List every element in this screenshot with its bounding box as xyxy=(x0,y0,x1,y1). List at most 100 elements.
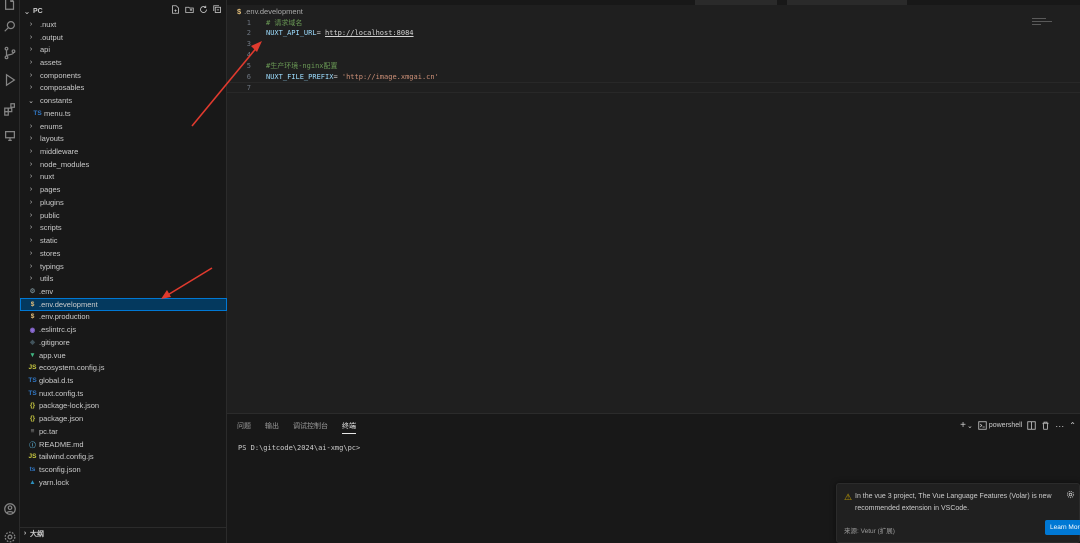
folder-item[interactable]: › utils xyxy=(20,272,227,285)
tree-item-label: .env xyxy=(39,286,54,296)
trash-icon[interactable] xyxy=(1041,421,1050,430)
file-item[interactable]: ▼ app.vue xyxy=(20,349,227,362)
tab-output[interactable]: 输出 xyxy=(265,421,279,434)
settings-gear-icon[interactable] xyxy=(0,527,20,543)
editor-tab[interactable] xyxy=(787,0,907,5)
chevron-right-icon: › xyxy=(29,198,33,206)
file-item[interactable]: ⓘ README.md xyxy=(20,438,227,451)
folder-item[interactable]: › static xyxy=(20,234,227,247)
explorer-toolbar xyxy=(170,4,222,14)
folder-item[interactable]: › nuxt xyxy=(20,171,227,184)
explorer-icon[interactable] xyxy=(0,0,20,14)
panel-toolbar: + ⌄ powershell ··· ⌃ xyxy=(960,420,1076,431)
chevron-right-icon: › xyxy=(29,173,33,181)
gear-icon[interactable] xyxy=(1066,490,1075,501)
tree-item-label: .eslintrc.cjs xyxy=(39,325,77,335)
line-number: 1 xyxy=(246,18,251,27)
tree-item-label: ecosystem.config.js xyxy=(39,363,105,373)
line-number: 6 xyxy=(246,73,251,81)
new-folder-icon[interactable] xyxy=(184,4,194,14)
learn-more-button[interactable]: Learn More xyxy=(1045,520,1080,535)
terminal-prompt[interactable]: PS D:\gitcode\2024\ai-xmg\pc> xyxy=(238,444,360,452)
folder-item[interactable]: › middleware xyxy=(20,145,227,158)
shell-label: powershell xyxy=(988,422,1023,429)
outline-label: 大纲 xyxy=(30,530,44,538)
folder-item[interactable]: › api xyxy=(20,43,227,56)
folder-item[interactable]: › scripts xyxy=(20,222,227,235)
collapse-all-icon[interactable] xyxy=(212,4,222,14)
remote-explorer-icon[interactable] xyxy=(0,126,20,146)
new-file-icon[interactable] xyxy=(170,4,180,14)
tree-item-label: layouts xyxy=(40,134,64,144)
terminal-shell-button[interactable]: powershell xyxy=(978,421,1022,430)
chevron-right-icon: › xyxy=(29,186,33,194)
file-type-icon: ◆ xyxy=(30,339,35,347)
new-terminal-button[interactable]: + ⌄ xyxy=(960,420,973,431)
file-item[interactable]: ◆ .gitignore xyxy=(20,336,227,349)
file-item[interactable]: $ .env.development xyxy=(20,297,227,311)
folder-item[interactable]: › typings xyxy=(20,260,227,273)
breadcrumb[interactable]: $ .env.development xyxy=(237,6,303,16)
tree-item-label: .output xyxy=(40,32,63,42)
file-item[interactable]: TS menu.ts xyxy=(20,107,227,120)
editor-tab[interactable] xyxy=(695,0,777,5)
folder-item[interactable]: › node_modules xyxy=(20,158,227,171)
file-type-icon: JS xyxy=(28,453,37,461)
folder-item[interactable]: ⌄ constants xyxy=(20,94,227,107)
folder-item[interactable]: › .nuxt xyxy=(20,18,227,31)
explorer-sidebar: ⌄ PC › .nuxt › .output › api › assets › component… xyxy=(20,0,227,543)
file-item[interactable]: JS tailwind.config.js xyxy=(20,450,227,463)
source-control-icon[interactable] xyxy=(0,43,20,63)
chevron-right-icon: › xyxy=(29,135,33,143)
folder-item[interactable]: › plugins xyxy=(20,196,227,209)
tree-item-label: components xyxy=(40,70,81,80)
file-item[interactable]: $ .env.production xyxy=(20,311,227,324)
file-item[interactable]: TS nuxt.config.ts xyxy=(20,387,227,400)
tab-problems[interactable]: 问题 xyxy=(237,421,251,434)
tab-debug-console[interactable]: 调试控制台 xyxy=(293,421,328,434)
search-icon[interactable] xyxy=(0,16,20,36)
folder-item[interactable]: › assets xyxy=(20,56,227,69)
account-icon[interactable] xyxy=(0,499,20,519)
activity-bar xyxy=(0,0,20,543)
file-item[interactable]: TS global.d.ts xyxy=(20,374,227,387)
folder-item[interactable]: › enums xyxy=(20,120,227,133)
refresh-icon[interactable] xyxy=(198,4,208,14)
file-type-icon: ▼ xyxy=(29,351,36,359)
folder-item[interactable]: › public xyxy=(20,209,227,222)
code-line: 3 xyxy=(227,39,1080,50)
extensions-icon[interactable] xyxy=(0,99,20,119)
split-terminal-icon[interactable] xyxy=(1027,421,1036,430)
file-item[interactable]: ◉ .eslintrc.cjs xyxy=(20,323,227,336)
folder-item[interactable]: › layouts xyxy=(20,132,227,145)
file-item[interactable]: ≡ pc.tar xyxy=(20,425,227,438)
file-type-icon: ⓘ xyxy=(29,442,36,450)
file-item[interactable]: JS ecosystem.config.js xyxy=(20,361,227,374)
file-item[interactable]: {} package-lock.json xyxy=(20,400,227,413)
tree-item-label: package-lock.json xyxy=(39,401,100,411)
chevron-right-icon: › xyxy=(29,224,33,232)
folder-item[interactable]: › pages xyxy=(20,183,227,196)
folder-item[interactable]: › composables xyxy=(20,82,227,95)
folder-item[interactable]: › stores xyxy=(20,247,227,260)
run-debug-icon[interactable] xyxy=(0,70,20,90)
file-item[interactable]: ⚙ .env xyxy=(20,285,227,298)
tree-item-label: tsconfig.json xyxy=(39,465,81,475)
folder-item[interactable]: › .output xyxy=(20,31,227,44)
more-actions-icon[interactable]: ··· xyxy=(1055,421,1064,431)
file-item[interactable]: ts tsconfig.json xyxy=(20,463,227,476)
folder-item[interactable]: › components xyxy=(20,69,227,82)
chevron-down-icon: ⌄ xyxy=(966,422,973,430)
code-line: 2 NUXT_API_URL= http://localhost:8084 xyxy=(227,28,1080,39)
chevron-right-icon: › xyxy=(29,59,33,66)
file-item[interactable]: ▲ yarn.lock xyxy=(20,476,227,489)
notification-message: In the vue 3 project, The Vue Language F… xyxy=(855,493,1052,512)
file-item[interactable]: {} package.json xyxy=(20,412,227,425)
chevron-right-icon: › xyxy=(29,122,33,130)
outline-section-header[interactable]: › 大纲 xyxy=(20,527,227,539)
notification-toast: ⚠ In the vue 3 project, The Vue Language… xyxy=(836,483,1080,543)
tab-terminal[interactable]: 终端 xyxy=(342,421,356,434)
chevron-up-icon[interactable]: ⌃ xyxy=(1069,421,1076,430)
minimap[interactable] xyxy=(1032,18,1054,28)
chevron-down-icon: ⌄ xyxy=(23,6,31,16)
